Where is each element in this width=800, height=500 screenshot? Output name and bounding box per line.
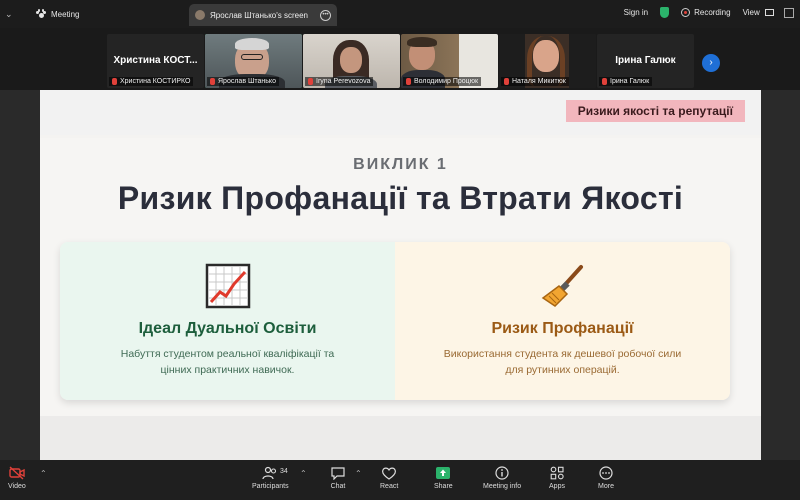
chevron-down-icon[interactable]: ⌄ bbox=[5, 9, 15, 19]
video-gallery-strip: Христина КОСТ... Христина КОСТИРКО Яросл… bbox=[0, 28, 800, 90]
view-button[interactable]: View bbox=[743, 8, 774, 17]
ideal-card-title: Ідеал Дуальної Освіти bbox=[138, 320, 317, 337]
share-label: Share bbox=[434, 483, 453, 490]
react-button[interactable]: React bbox=[380, 466, 398, 490]
apps-label: Apps bbox=[549, 483, 565, 490]
participants-icon bbox=[262, 466, 277, 480]
chart-increasing-icon bbox=[205, 263, 250, 309]
participant-tile[interactable]: Iryna Perevozova bbox=[303, 34, 400, 88]
participant-name: Христина КОСТИРКО bbox=[120, 78, 191, 85]
mic-muted-icon bbox=[406, 78, 411, 85]
comparison-cards: Ідеал Дуальної Освіти Набуття студентом … bbox=[60, 242, 730, 400]
slide-header: Ризики якості та репутації bbox=[40, 90, 761, 135]
risk-card-line-1: Використання студента як дешевої робочої… bbox=[443, 348, 682, 360]
recording-indicator[interactable]: Recording bbox=[681, 8, 731, 17]
record-icon bbox=[681, 8, 691, 17]
share-screen-icon bbox=[436, 467, 451, 479]
chevron-right-icon[interactable]: › bbox=[702, 54, 720, 72]
meeting-info-label: Meeting info bbox=[483, 483, 522, 490]
chat-button[interactable]: Chat bbox=[330, 466, 346, 490]
video-off-icon bbox=[9, 466, 25, 480]
meeting-info-button[interactable]: Meeting info bbox=[483, 466, 521, 490]
ideal-card-line-1: Набуття студентом реальної кваліфікації … bbox=[120, 348, 335, 360]
ideal-card: Ідеал Дуальної Освіти Набуття студентом … bbox=[60, 242, 395, 400]
info-icon bbox=[495, 466, 509, 480]
risk-card: Ризик Профанації Використання студента я… bbox=[395, 242, 730, 400]
mic-muted-icon bbox=[602, 78, 607, 85]
presentation-slide: Ризики якості та репутації ВИКЛИК 1 Ризи… bbox=[40, 90, 761, 460]
recording-label: Recording bbox=[694, 8, 731, 17]
mic-muted-icon bbox=[112, 78, 117, 85]
slide-tag: Ризики якості та репутації bbox=[565, 100, 745, 122]
tab-shared-screen[interactable]: Ярослав Штанько's screen ••• bbox=[189, 4, 337, 26]
chat-label: Chat bbox=[330, 483, 346, 490]
grid-icon bbox=[765, 9, 774, 17]
view-label: View bbox=[742, 8, 760, 17]
participants-options-caret[interactable]: ⌃ bbox=[300, 469, 307, 478]
participants-label: Participants bbox=[252, 483, 289, 490]
ideal-card-description: Набуття студентом реальної кваліфікації … bbox=[90, 346, 365, 378]
more-label: More bbox=[598, 483, 614, 490]
avatar bbox=[195, 10, 205, 20]
participant-tile[interactable]: Володимир Процюк bbox=[401, 34, 498, 88]
sign-in-link[interactable]: Sign in bbox=[624, 8, 648, 17]
video-button[interactable]: Video bbox=[8, 466, 26, 490]
slide-body: ВИКЛИК 1 Ризик Профанації та Втрати Якос… bbox=[40, 138, 761, 416]
broom-icon bbox=[541, 265, 583, 307]
participant-display-name: Ірина Галюк bbox=[615, 55, 676, 66]
participant-tile[interactable]: Христина КОСТ... Христина КОСТИРКО bbox=[107, 34, 204, 88]
participant-tile[interactable]: Ірина Галюк Ірина Галюк bbox=[597, 34, 694, 88]
video-options-caret[interactable]: ⌃ bbox=[40, 469, 47, 478]
more-icon bbox=[599, 466, 613, 480]
risk-card-line-2: для рутинних операцій. bbox=[505, 364, 620, 376]
paw-icon bbox=[36, 9, 46, 19]
meeting-menu[interactable]: Meeting bbox=[36, 7, 79, 21]
participant-name: Ірина Галюк bbox=[610, 78, 650, 85]
react-label: React bbox=[380, 483, 399, 490]
shared-screen-area: Ризики якості та репутації ВИКЛИК 1 Ризи… bbox=[0, 90, 800, 460]
window-maximize-icon[interactable] bbox=[784, 8, 794, 18]
tab-label: Ярослав Штанько's screen bbox=[210, 10, 309, 20]
slide-title: Ризик Профанації та Втрати Якості bbox=[117, 180, 684, 216]
chat-icon bbox=[331, 467, 345, 480]
meeting-toolbar: Video ⌃ Participants 34 ⌃ Chat ⌃ React S… bbox=[0, 460, 800, 500]
slide-kicker: ВИКЛИК 1 bbox=[353, 156, 448, 173]
more-button[interactable]: More bbox=[598, 466, 614, 490]
more-icon[interactable]: ••• bbox=[320, 9, 331, 21]
meeting-label: Meeting bbox=[51, 9, 80, 19]
ideal-card-line-2: цінних практичних навичок. bbox=[160, 364, 295, 376]
participant-name: Наталя Микитюк bbox=[512, 78, 566, 85]
participant-name: Iryna Perevozova bbox=[316, 78, 371, 85]
chat-options-caret[interactable]: ⌃ bbox=[355, 469, 362, 478]
participants-count: 34 bbox=[280, 468, 288, 475]
zoom-window: ⌄ Meeting Ярослав Штанько's screen ••• S… bbox=[0, 0, 800, 500]
mic-muted-icon bbox=[308, 78, 313, 85]
risk-card-title: Ризик Профанації bbox=[491, 320, 634, 337]
participant-name: Володимир Процюк bbox=[414, 78, 479, 85]
heart-icon bbox=[382, 467, 397, 480]
participant-name: Ярослав Штанько bbox=[218, 78, 276, 85]
mic-muted-icon bbox=[504, 78, 509, 85]
shield-icon[interactable] bbox=[660, 7, 670, 18]
apps-icon bbox=[550, 466, 564, 480]
video-label: Video bbox=[8, 483, 26, 490]
share-button[interactable]: Share bbox=[434, 466, 453, 490]
participant-tile-active-speaker[interactable]: Ярослав Штанько bbox=[205, 34, 302, 88]
risk-card-description: Використання студента як дешевої робочої… bbox=[425, 346, 700, 378]
apps-button[interactable]: Apps bbox=[549, 466, 565, 490]
participant-display-name: Христина КОСТ... bbox=[113, 55, 198, 66]
slide-footer bbox=[40, 416, 761, 460]
title-bar: ⌄ Meeting Ярослав Штанько's screen ••• S… bbox=[0, 0, 800, 28]
participant-tile[interactable]: Наталя Микитюк bbox=[499, 34, 596, 88]
mic-muted-icon bbox=[210, 78, 215, 85]
